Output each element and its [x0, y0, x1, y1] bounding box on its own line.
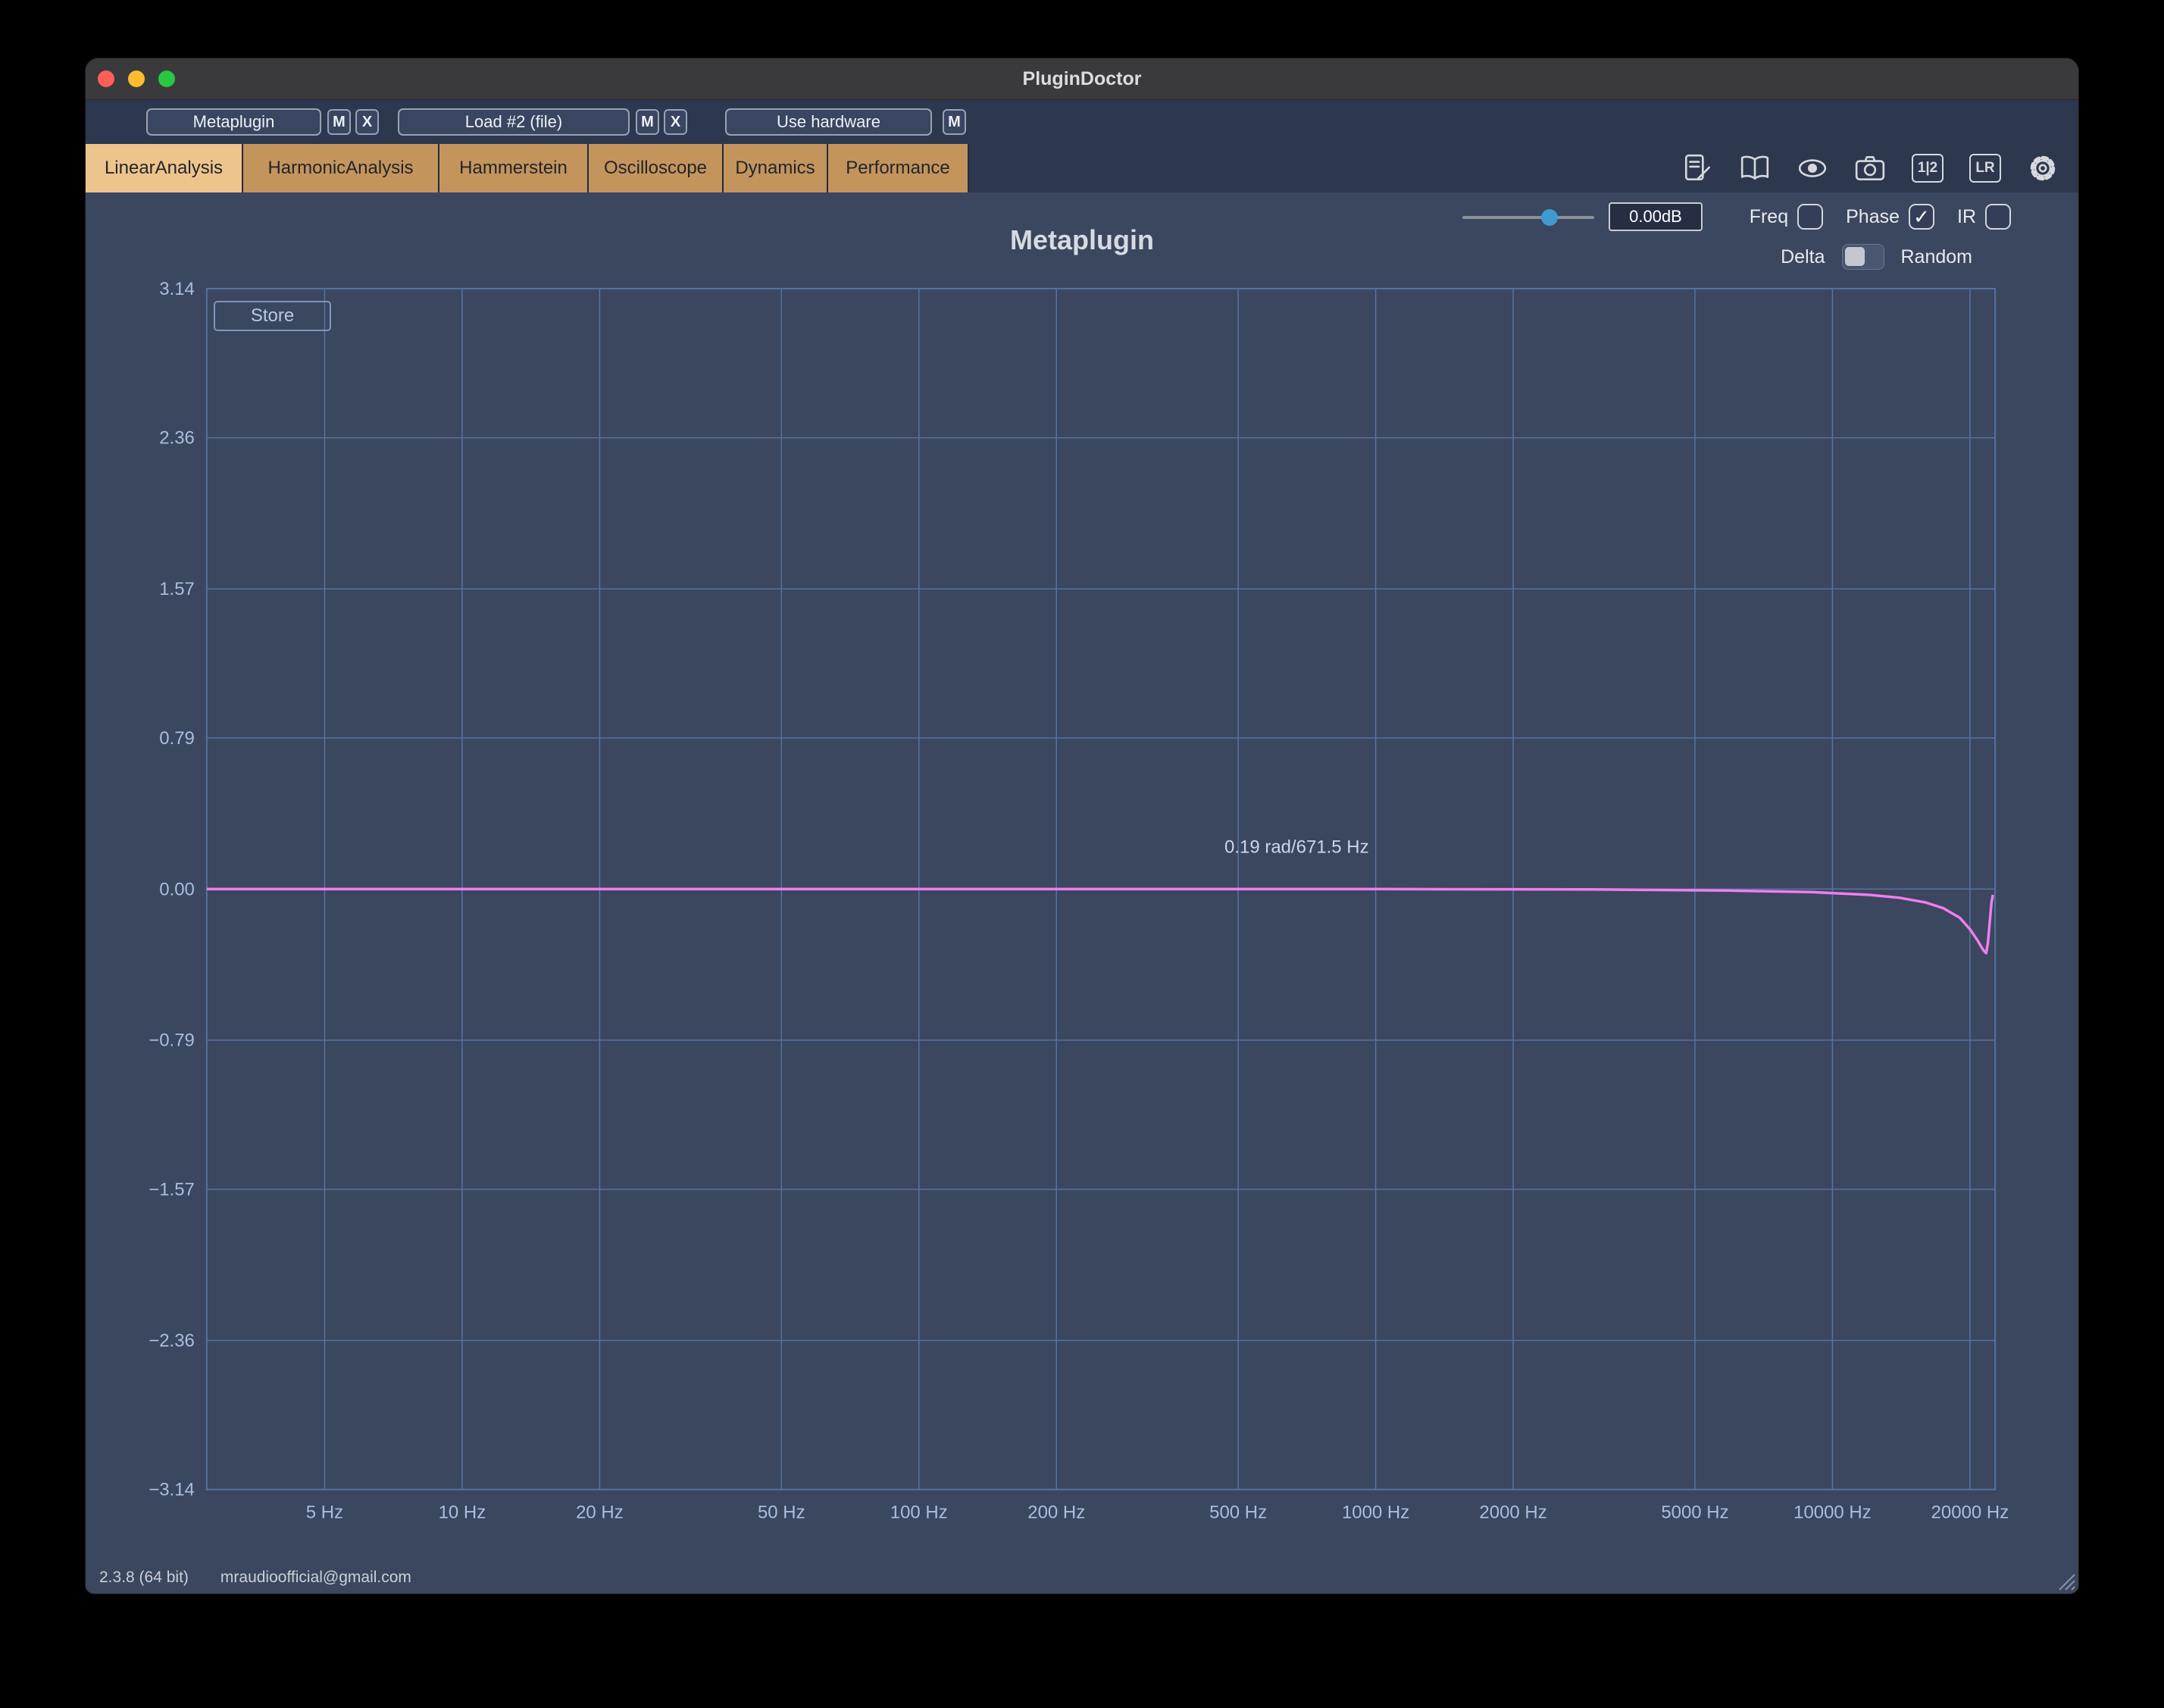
y-tick-label: −3.14: [149, 1480, 195, 1500]
plugin-slot-3-button[interactable]: Use hardware: [725, 108, 932, 136]
plugin-slot-toolbar: Metaplugin M X Load #2 (file) M X Use ha…: [86, 100, 2078, 144]
x-tick-label: 20000 Hz: [1931, 1503, 2009, 1523]
y-tick-label: 0.00: [159, 879, 195, 899]
plugindoctor-window: PluginDoctor Metaplugin M X Load #2 (fil…: [85, 58, 2079, 1594]
x-tick-label: 50 Hz: [758, 1503, 805, 1523]
toolbar-icons: 1|2 LR: [1681, 144, 2059, 192]
display-mode-controls: Freq Phase ✓ IR: [1750, 202, 2011, 231]
plugin-slot-1-button[interactable]: Metaplugin: [146, 108, 321, 136]
eye-icon[interactable]: [1797, 152, 1828, 184]
tab-hammerstein[interactable]: Hammerstein: [439, 144, 589, 192]
x-tick-label: 500 Hz: [1209, 1503, 1267, 1523]
gain-value-field[interactable]: 0.00dB: [1609, 202, 1703, 231]
resize-handle[interactable]: [2055, 1570, 2076, 1591]
x-tick-label: 20 Hz: [576, 1503, 624, 1523]
contact-email-text: mraudioofficial@gmail.com: [220, 1569, 411, 1586]
lr-channel-icon[interactable]: LR: [1969, 154, 2001, 183]
status-bar: 2.3.8 (64 bit) mraudioofficial@gmail.com: [99, 1569, 411, 1587]
plugin-slot-1-remove-button[interactable]: X: [355, 109, 379, 135]
version-text: 2.3.8 (64 bit): [99, 1569, 189, 1586]
report-edit-icon[interactable]: [1681, 152, 1713, 184]
x-tick-label: 2000 Hz: [1479, 1503, 1546, 1523]
y-tick-label: 2.36: [159, 428, 195, 449]
plugin-slot-2-mute-button[interactable]: M: [636, 109, 659, 135]
delta-toggle[interactable]: [1841, 244, 1884, 270]
analysis-tab-bar: LinearAnalysis HarmonicAnalysis Hammerst…: [86, 144, 2078, 192]
settings-gear-icon[interactable]: [2027, 152, 2059, 184]
ir-checkbox[interactable]: [1985, 204, 2011, 230]
x-tick-label: 5 Hz: [306, 1503, 343, 1523]
plugin-slot-2-remove-button[interactable]: X: [664, 109, 687, 135]
tab-dynamics[interactable]: Dynamics: [724, 144, 828, 192]
y-tick-label: −1.57: [149, 1179, 195, 1200]
y-tick-label: −2.36: [149, 1331, 195, 1351]
delta-random-controls: Delta Random: [1781, 242, 1972, 271]
cursor-readout-text: 0.19 rad/671.5 Hz: [1224, 837, 1369, 857]
freq-checkbox[interactable]: [1797, 204, 1824, 230]
phase-plot[interactable]: 3.14 2.36 1.57 0.79 0.00 −0.79 −1.57 −2.36 −3.14…: [86, 192, 2078, 1594]
channel-1-2-icon[interactable]: 1|2: [1912, 154, 1944, 183]
tab-oscilloscope[interactable]: Oscilloscope: [589, 144, 724, 192]
y-tick-label: −0.79: [149, 1031, 195, 1051]
x-tick-label: 1000 Hz: [1342, 1503, 1409, 1523]
y-tick-label: 3.14: [159, 279, 195, 299]
manual-book-icon[interactable]: [1739, 152, 1771, 184]
phase-checkbox[interactable]: ✓: [1909, 204, 1934, 230]
plugin-slot-1-mute-button[interactable]: M: [327, 109, 351, 135]
delta-label: Delta: [1781, 246, 1825, 267]
tab-linear-analysis[interactable]: LinearAnalysis: [86, 144, 243, 192]
y-tick-label: 0.79: [159, 728, 195, 749]
x-tick-label: 5000 Hz: [1661, 1503, 1728, 1523]
tab-harmonic-analysis[interactable]: HarmonicAnalysis: [243, 144, 439, 192]
ir-label: IR: [1957, 205, 1976, 227]
store-button[interactable]: Store: [214, 301, 331, 331]
gain-slider-track[interactable]: [1462, 216, 1594, 219]
phase-response-curve: [206, 887, 1994, 955]
window-title: PluginDoctor: [1022, 68, 1142, 89]
x-tick-label: 100 Hz: [890, 1503, 948, 1523]
x-tick-label: 10 Hz: [439, 1503, 486, 1523]
delta-toggle-knob[interactable]: [1844, 247, 1865, 266]
random-label: Random: [1900, 246, 1973, 267]
camera-icon[interactable]: [1854, 152, 1886, 184]
freq-label: Freq: [1749, 205, 1789, 227]
x-tick-label: 200 Hz: [1027, 1503, 1085, 1523]
x-tick-label: 10000 Hz: [1793, 1503, 1872, 1523]
plugin-slot-2-button[interactable]: Load #2 (file): [398, 108, 630, 136]
linear-analysis-chart: 3.14 2.36 1.57 0.79 0.00 −0.79 −1.57 −2.36 −3.14…: [86, 192, 2078, 1594]
phase-label: Phase: [1846, 205, 1900, 227]
title-bar: PluginDoctor: [86, 58, 2078, 100]
gain-slider[interactable]: [1462, 204, 1594, 231]
gain-slider-knob[interactable]: [1541, 209, 1558, 226]
y-tick-label: 1.57: [159, 579, 195, 599]
plugin-slot-3-mute-button[interactable]: M: [943, 109, 966, 135]
tab-performance[interactable]: Performance: [828, 144, 969, 192]
